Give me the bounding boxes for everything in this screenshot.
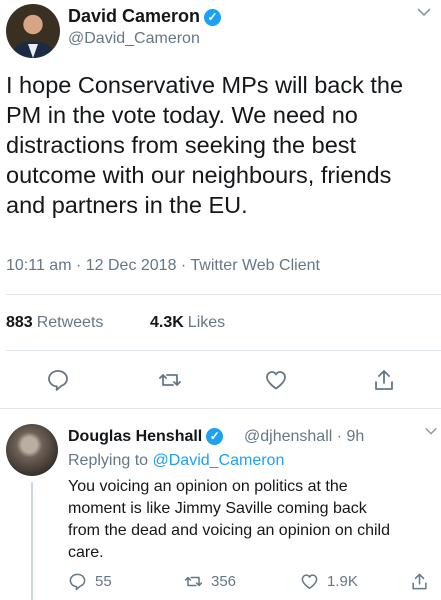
divider (6, 350, 441, 351)
reply-like-button[interactable]: 1.9K (300, 572, 358, 591)
author-name-row[interactable]: David Cameron ✓ (68, 6, 222, 27)
replying-to: Replying to @David_Cameron (68, 452, 284, 470)
likes-stat[interactable]: 4.3K Likes (150, 314, 225, 332)
chevron-down-icon[interactable] (416, 4, 432, 25)
likes-label: Likes (187, 314, 226, 331)
retweet-button[interactable] (158, 368, 182, 392)
reply-author-name-row[interactable]: Douglas Henshall ✓ (68, 428, 224, 446)
divider (6, 294, 441, 295)
reply-count: 55 (95, 573, 112, 590)
retweet-icon (159, 374, 181, 386)
retweets-stat[interactable]: 883 Retweets (6, 314, 103, 332)
heart-icon (266, 371, 286, 390)
reply-icon (69, 573, 86, 591)
replying-prefix: Replying to (68, 452, 149, 469)
tweet-timestamp[interactable]: 10:11 am · 12 Dec 2018 · Twitter Web Cli… (6, 257, 320, 275)
reply-text: You voicing an opinion on politics at th… (68, 478, 390, 561)
replying-mention-link[interactable]: @David_Cameron (153, 452, 285, 469)
chevron-down-icon[interactable] (424, 424, 438, 443)
author-name[interactable]: David Cameron (68, 6, 200, 26)
tweet-text: I hope Conservative MPs will back the PM… (6, 72, 404, 218)
thread-line (31, 482, 33, 600)
verified-badge-icon: ✓ (204, 9, 222, 26)
likes-count: 4.3K (150, 314, 184, 331)
reply-reply-button[interactable]: 55 (68, 572, 112, 591)
author-avatar[interactable] (6, 4, 60, 58)
retweets-count: 883 (6, 314, 33, 331)
divider (0, 408, 441, 409)
share-icon (375, 370, 393, 390)
reply-button[interactable] (46, 368, 70, 392)
reply-author-handle[interactable]: @djhenshall · 9h (244, 428, 364, 446)
reply-icon (48, 370, 68, 391)
reply-share-button[interactable] (410, 572, 437, 591)
reply-author-name[interactable]: Douglas Henshall (68, 428, 202, 445)
retweets-label: Retweets (36, 314, 104, 331)
like-button[interactable] (264, 368, 288, 392)
share-icon (412, 573, 427, 590)
author-handle[interactable]: @David_Cameron (68, 30, 200, 48)
retweet-icon (184, 576, 203, 587)
verified-badge-icon: ✓ (206, 428, 224, 445)
retweet-count: 356 (211, 573, 237, 590)
heart-icon (301, 574, 318, 589)
share-button[interactable] (372, 368, 396, 392)
reply-retweet-button[interactable]: 356 (184, 572, 236, 591)
reply-author-avatar[interactable] (6, 424, 58, 476)
like-count: 1.9K (327, 573, 358, 590)
